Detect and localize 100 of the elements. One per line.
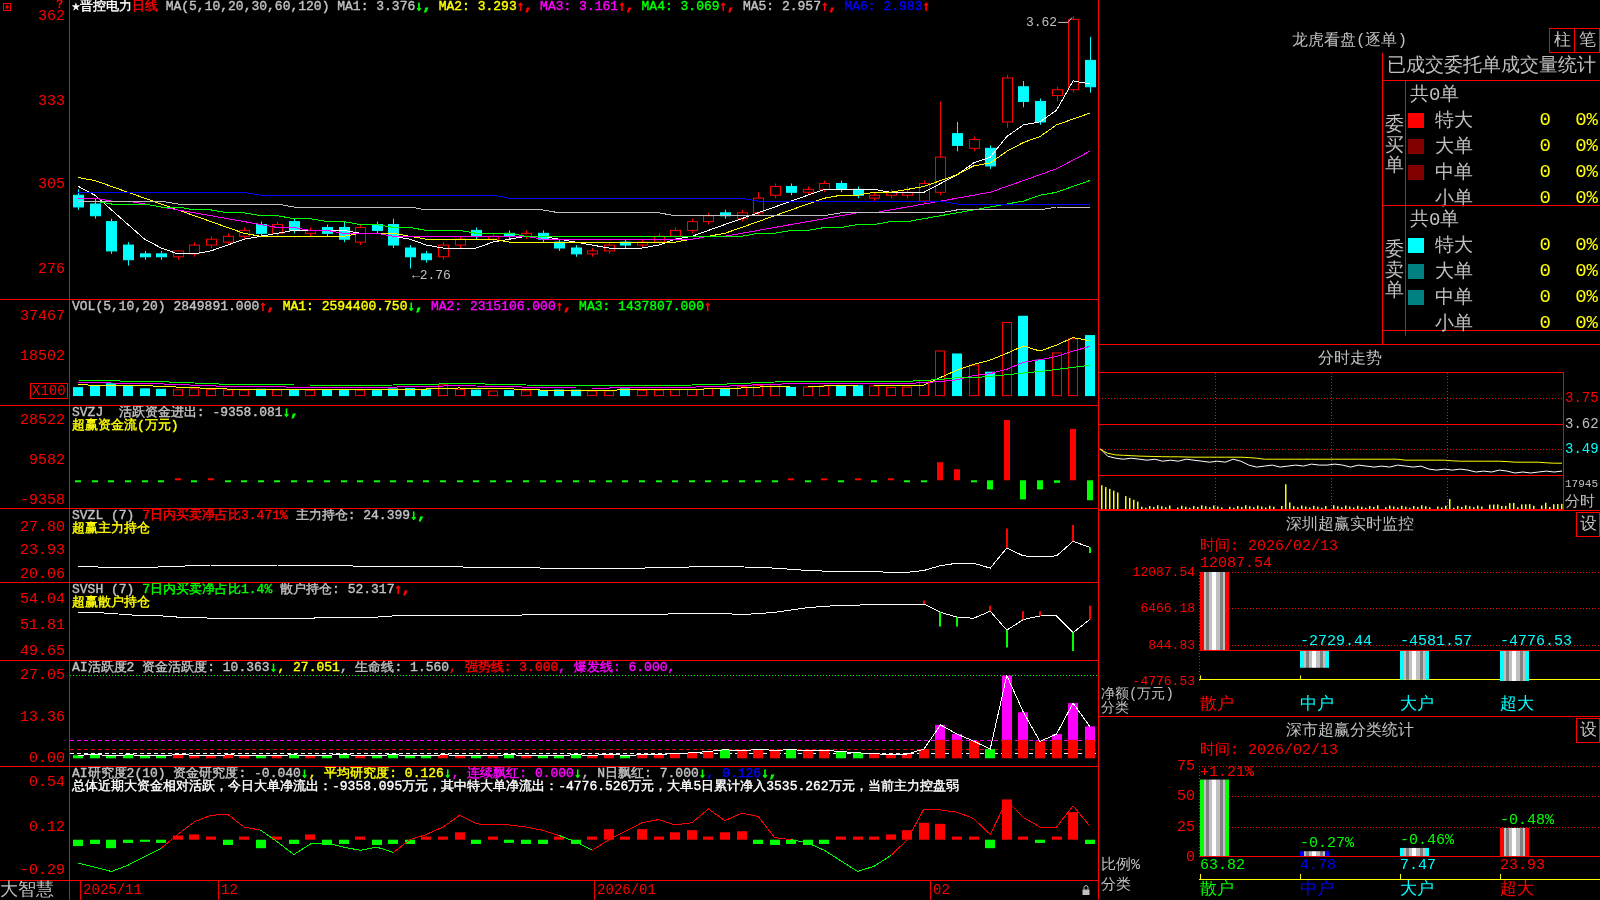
candlestick	[123, 241, 134, 267]
value-label: 63.82	[1200, 857, 1245, 873]
spike-mark	[1006, 527, 1008, 549]
axis-label: 20.06	[20, 567, 65, 581]
candlestick	[488, 232, 499, 243]
research-bar	[919, 822, 929, 840]
volume-bar	[322, 389, 332, 397]
flow-bar	[407, 480, 413, 483]
panel-title: 深市超赢分类统计	[1285, 720, 1414, 741]
flow-bar	[108, 480, 114, 483]
research-bar	[322, 839, 332, 845]
axis-label: 3.75	[1565, 391, 1599, 406]
axis-label: 3.49	[1565, 442, 1599, 457]
activity-bar	[935, 724, 945, 740]
candlestick	[654, 232, 665, 246]
activity-bar	[388, 754, 398, 759]
research-bar	[969, 836, 979, 840]
value-label: 23.93	[1500, 857, 1545, 873]
axis-label: 25	[1177, 819, 1195, 835]
count-value: 0	[1539, 286, 1551, 308]
help-button[interactable]: ?	[56, 0, 64, 10]
view-button[interactable]: 笔	[1574, 28, 1600, 53]
axis-label: 362	[38, 9, 65, 23]
research-bar	[206, 836, 216, 840]
flow-bar	[473, 480, 479, 483]
axis-label: 27.80	[20, 520, 65, 534]
settings-button[interactable]: 设	[1576, 511, 1600, 537]
axis-label: 28522	[20, 413, 65, 427]
indicator-legend: 超赢主力持仓	[72, 522, 150, 535]
order-size-label: 中单	[1435, 286, 1473, 310]
flow-bar	[258, 480, 264, 483]
activity-bar	[305, 755, 315, 759]
candlestick	[504, 229, 515, 240]
candlestick	[223, 232, 234, 246]
flow-bar	[971, 480, 977, 483]
flow-bar	[75, 480, 81, 483]
axis-title: 比例%	[1101, 857, 1140, 873]
volume-bar	[189, 388, 199, 397]
volume-bar	[604, 390, 614, 397]
volume-bar	[90, 384, 100, 397]
lock-icon[interactable]	[1082, 885, 1090, 895]
axis-title: 分类	[1101, 701, 1129, 715]
activity-bar	[223, 754, 233, 759]
volume-bar	[803, 386, 813, 397]
volume-bar	[554, 389, 564, 397]
activity-bar	[637, 754, 647, 759]
volume-bar	[140, 388, 150, 397]
research-bar	[571, 839, 581, 844]
candlestick	[156, 250, 167, 261]
axis-title: 净额(万元)	[1101, 687, 1174, 701]
change-label: -0.48%	[1500, 812, 1554, 829]
value-label: -2729.44	[1300, 634, 1372, 651]
view-button[interactable]: 柱	[1549, 28, 1575, 53]
share-value: 0%	[1575, 234, 1598, 256]
research-bar	[935, 823, 945, 840]
change-label: +1.21%	[1200, 764, 1254, 781]
axis-label: 333	[38, 94, 65, 108]
date-label: 02	[930, 881, 950, 900]
date-label: 2026/01	[594, 881, 656, 900]
activity-bar	[206, 755, 216, 759]
flow-bar	[523, 480, 529, 483]
flow-bar	[1004, 420, 1010, 481]
flow-bar	[622, 480, 628, 483]
axis-label: 分时	[1565, 494, 1595, 510]
research-bar	[272, 836, 282, 840]
candlestick	[670, 226, 681, 240]
flow-bar	[142, 480, 148, 483]
candlestick	[637, 238, 648, 249]
activity-bar	[488, 755, 498, 759]
activity-bar	[604, 754, 614, 759]
share-value: 0%	[1575, 312, 1598, 334]
activity-bar	[786, 749, 796, 759]
activity-bar	[521, 755, 531, 759]
flow-bar	[357, 480, 363, 483]
spike-mark	[989, 604, 991, 613]
volume-bar	[1068, 338, 1078, 397]
flow-bar	[904, 480, 910, 483]
category-label: 中户	[1300, 881, 1334, 899]
research-bar	[538, 839, 548, 844]
activity-bar	[935, 739, 945, 759]
volume-bar	[853, 385, 863, 397]
axis-label: 305	[38, 177, 65, 190]
flow-bar	[954, 469, 960, 481]
research-bar	[587, 836, 597, 840]
volume-bar	[239, 389, 249, 397]
candlestick	[206, 235, 217, 249]
axis-label: 49.65	[20, 644, 65, 658]
settings-button[interactable]: 设	[1576, 717, 1600, 743]
count-value: 0	[1539, 161, 1551, 183]
candlestick	[1035, 98, 1046, 126]
axis-label: 18502	[20, 349, 65, 363]
value-label: -4581.57	[1400, 634, 1472, 651]
research-bar	[521, 839, 531, 844]
research-bar	[1068, 812, 1078, 840]
flow-bar	[225, 480, 231, 483]
flow-bar	[423, 480, 429, 483]
activity-bar	[106, 755, 116, 759]
square-icon[interactable]	[3, 3, 11, 11]
activity-bar	[836, 751, 846, 759]
activity-bar	[1085, 739, 1095, 759]
